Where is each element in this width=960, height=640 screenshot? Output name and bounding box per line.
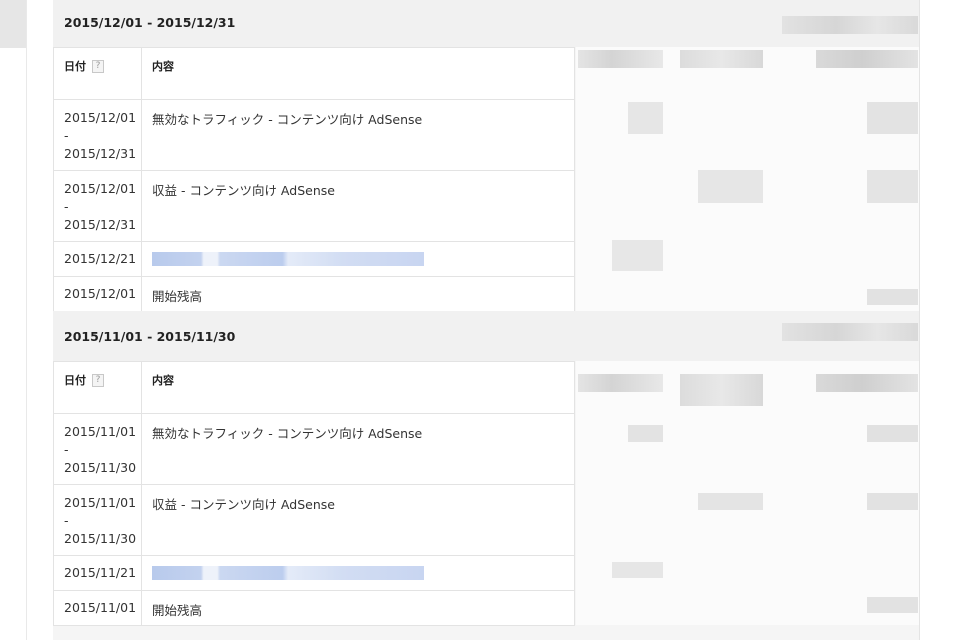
period-title: 2015/12/01 - 2015/12/31: [64, 15, 236, 30]
date-column-header: 日付?: [53, 47, 142, 100]
row-date: 2015/12/01 - 2015/12/31: [53, 99, 142, 171]
table-row: 2015/11/01 - 2015/11/30 無効なトラフィック - コンテン…: [53, 413, 575, 485]
redacted-column-header: [578, 50, 663, 68]
table-header-row: 日付? 内容: [53, 361, 575, 414]
row-date: 2015/12/01 - 2015/12/31: [53, 170, 142, 242]
period-header: 2015/11/01 - 2015/11/30: [53, 311, 919, 361]
redacted-amount: [612, 562, 663, 578]
redacted-column-header: [680, 50, 763, 68]
redacted-column-header: [816, 374, 918, 392]
row-date: 2015/12/01: [53, 276, 142, 312]
transactions-table: 日付? 内容 2015/12/01 - 2015/12/31 無効なトラフィック…: [53, 47, 575, 312]
table-row: 2015/12/01 開始残高: [53, 276, 575, 312]
redacted-amount: [698, 170, 763, 203]
redacted-column-header: [680, 374, 763, 406]
redacted-amount: [628, 425, 663, 442]
description-column-header: 内容: [141, 361, 575, 414]
row-description: 収益 - コンテンツ向け AdSense: [141, 170, 575, 242]
redacted-amount: [628, 102, 663, 134]
right-divider: [919, 0, 920, 640]
date-column-header: 日付?: [53, 361, 142, 414]
help-icon[interactable]: ?: [92, 374, 104, 387]
row-description-redacted: [141, 555, 575, 591]
row-description-redacted: [141, 241, 575, 277]
row-description: 無効なトラフィック - コンテンツ向け AdSense: [141, 99, 575, 171]
redacted-column-header: [816, 50, 918, 68]
row-date: 2015/12/21: [53, 241, 142, 277]
row-description: 開始残高: [141, 276, 575, 312]
redacted-summary: [782, 323, 918, 341]
row-date: 2015/11/01: [53, 590, 142, 626]
table-row: 2015/12/01 - 2015/12/31 収益 - コンテンツ向け AdS…: [53, 170, 575, 242]
redacted-summary: [782, 16, 918, 34]
redacted-amount: [867, 289, 918, 305]
left-navigation: [0, 0, 26, 640]
redacted-amount: [867, 102, 918, 134]
row-description: 収益 - コンテンツ向け AdSense: [141, 484, 575, 556]
redacted-amount: [612, 240, 663, 271]
table-row: 2015/11/01 - 2015/11/30 収益 - コンテンツ向け AdS…: [53, 484, 575, 556]
left-nav-selected-item[interactable]: [0, 0, 26, 48]
period-header: 2015/12/01 - 2015/12/31: [53, 0, 919, 47]
redacted-amount: [698, 493, 763, 510]
redacted-amount: [867, 493, 918, 510]
transactions-panel: 2015/12/01 - 2015/12/31 日付? 内容 2015/12/0…: [53, 0, 919, 640]
table-row: 2015/12/01 - 2015/12/31 無効なトラフィック - コンテン…: [53, 99, 575, 171]
row-date: 2015/11/21: [53, 555, 142, 591]
help-icon[interactable]: ?: [92, 60, 104, 73]
redacted-description: [152, 251, 424, 266]
row-date: 2015/11/01 - 2015/11/30: [53, 484, 142, 556]
redacted-amount: [867, 170, 918, 203]
table-row: 2015/12/21: [53, 241, 575, 277]
transactions-table: 日付? 内容 2015/11/01 - 2015/11/30 無効なトラフィック…: [53, 361, 575, 626]
redacted-amount: [867, 597, 918, 613]
redacted-amount: [867, 425, 918, 442]
row-description: 無効なトラフィック - コンテンツ向け AdSense: [141, 413, 575, 485]
right-gutter: [919, 0, 960, 640]
row-date: 2015/11/01 - 2015/11/30: [53, 413, 142, 485]
left-divider: [26, 0, 27, 640]
period-title: 2015/11/01 - 2015/11/30: [64, 329, 236, 344]
table-row: 2015/11/21: [53, 555, 575, 591]
redacted-description: [152, 565, 424, 580]
table-row: 2015/11/01 開始残高: [53, 590, 575, 626]
table-header-row: 日付? 内容: [53, 47, 575, 100]
description-column-header: 内容: [141, 47, 575, 100]
row-description: 開始残高: [141, 590, 575, 626]
redacted-column-header: [578, 374, 663, 392]
